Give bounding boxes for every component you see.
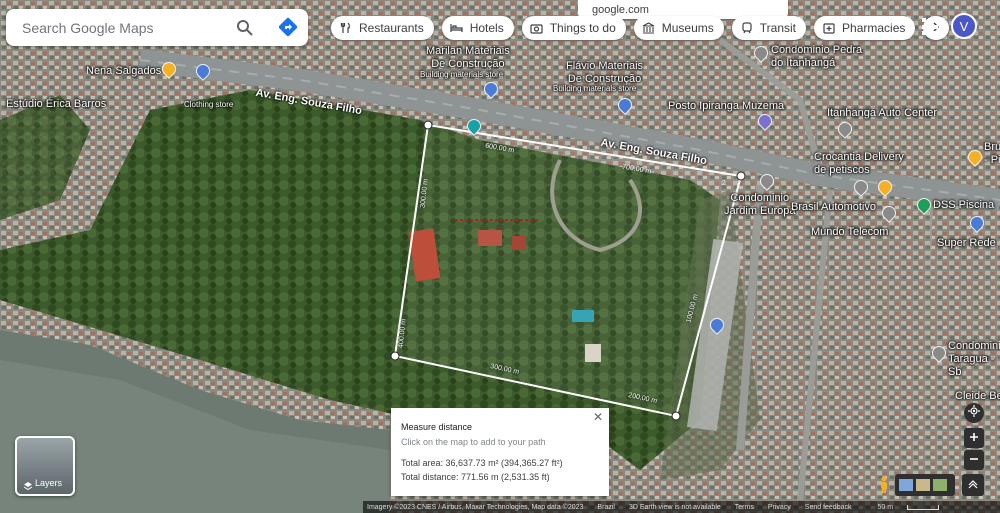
chevron-up-icon — [968, 476, 978, 494]
place-label-marilan[interactable]: Marilan Materiais De Construção — [426, 45, 510, 71]
directions-icon[interactable] — [278, 17, 298, 37]
thumbnail[interactable] — [933, 479, 947, 491]
place-label-brasil[interactable]: Brasil Automotivo — [791, 201, 876, 213]
place-label-condominio-pedra[interactable]: Condominio Pedra do Itanhangá — [771, 44, 862, 70]
imagery-thumbnails[interactable] — [895, 474, 955, 496]
measure-total-distance: Total distance: 771.56 m (2,531.35 ft) — [401, 472, 550, 482]
imagery-attribution: Imagery ©2023 CNES / Airbus, Maxar Techn… — [367, 503, 584, 511]
map-footer: Imagery ©2023 CNES / Airbus, Maxar Techn… — [363, 501, 1000, 513]
fork-knife-icon — [339, 21, 353, 35]
close-icon[interactable]: ✕ — [593, 410, 603, 424]
privacy-link[interactable]: Privacy — [768, 504, 791, 511]
thumbnail[interactable] — [899, 479, 913, 491]
chip-label: Museums — [661, 21, 714, 35]
measure-title: Measure distance — [401, 422, 473, 432]
place-label-crocantia[interactable]: Crocantia Delivery de petiscos — [814, 151, 904, 177]
apps-grid-icon[interactable] — [922, 18, 940, 36]
scale-bar — [907, 504, 940, 510]
place-label-nena[interactable]: Nena Salgados — [86, 65, 161, 77]
place-label-taragua[interactable]: Condomini Taragua - Sb — [948, 340, 1000, 379]
place-label-cleide[interactable]: Cleide Be — [955, 390, 1000, 402]
scale-label[interactable]: 50 m — [877, 504, 893, 511]
layers-button[interactable]: Layers — [15, 436, 75, 496]
measure-distance-panel: Measure distance ✕ Click on the map to a… — [391, 408, 609, 496]
expand-controls-button[interactable] — [962, 474, 984, 496]
place-label-flavio[interactable]: Flávio Materiais De Construção — [566, 60, 643, 86]
chip-things-to-do[interactable]: Things to do — [521, 16, 626, 40]
send-feedback-link[interactable]: Send feedback — [805, 504, 852, 511]
place-label-mundo[interactable]: Mundo Telecom — [811, 226, 888, 238]
segment-label: 2 — [722, 180, 726, 187]
thumbnail[interactable] — [916, 479, 930, 491]
zoom-out-button[interactable] — [964, 450, 984, 470]
measure-hint: Click on the map to add to your path — [401, 437, 546, 447]
chip-pharmacies[interactable]: Pharmacies — [814, 16, 916, 40]
chip-hotels[interactable]: Hotels — [441, 16, 514, 40]
museum-icon — [642, 21, 656, 35]
pharmacy-icon — [822, 21, 836, 35]
chip-restaurants[interactable]: Restaurants — [331, 16, 434, 40]
zoom-in-button[interactable] — [964, 428, 984, 448]
terms-link[interactable]: Terms — [735, 504, 754, 511]
bed-icon — [450, 21, 464, 35]
chip-label: Things to do — [549, 21, 616, 35]
chip-museums[interactable]: Museums — [633, 16, 724, 40]
pegman-icon[interactable] — [878, 476, 890, 494]
place-label-itanhanga[interactable]: Itanhangá Auto Center — [827, 107, 937, 119]
plus-icon — [969, 429, 979, 447]
avatar[interactable]: V — [951, 13, 977, 39]
my-location-icon — [968, 404, 980, 422]
place-label-super[interactable]: Super Rede — [937, 237, 996, 249]
place-label-posto[interactable]: Posto Ipiranga Muzema — [668, 100, 784, 112]
earth-notice: 3D Earth view is not available — [628, 503, 721, 511]
chip-label: Restaurants — [359, 21, 424, 35]
search-input[interactable] — [20, 18, 224, 37]
place-label-estudio[interactable]: Estúdio Érica Barros — [6, 98, 106, 110]
camera-icon — [530, 21, 544, 35]
place-sublabel-marilan: Building materials store — [420, 70, 504, 79]
place-label-dss[interactable]: DSS Piscina — [933, 199, 994, 211]
measure-total-area: Total area: 36,637.73 m² (394,365.27 ft²… — [401, 458, 563, 468]
search-icon[interactable] — [236, 19, 254, 37]
chip-label: Transit — [759, 21, 797, 35]
my-location-button[interactable] — [964, 403, 984, 423]
place-label-clothing: Clothing store — [184, 100, 234, 109]
chip-label: Hotels — [469, 21, 504, 35]
place-label-condominio-jardim[interactable]: Condominio Jardim Europa — [724, 192, 796, 218]
layers-label: Layers — [35, 478, 63, 488]
place-sublabel-flavio: Building materials store — [553, 84, 637, 93]
category-chips: Restaurants Hotels Things to do Museums … — [331, 16, 950, 40]
chip-transit[interactable]: Transit — [731, 16, 807, 40]
search-box[interactable] — [6, 9, 308, 46]
layers-icon — [23, 478, 33, 491]
chip-label: Pharmacies — [842, 21, 906, 35]
train-icon — [740, 21, 754, 35]
country-label: Brazil — [597, 503, 615, 511]
minus-icon — [969, 451, 979, 469]
place-label-bru[interactable]: Bru - Pi — [984, 141, 1000, 167]
